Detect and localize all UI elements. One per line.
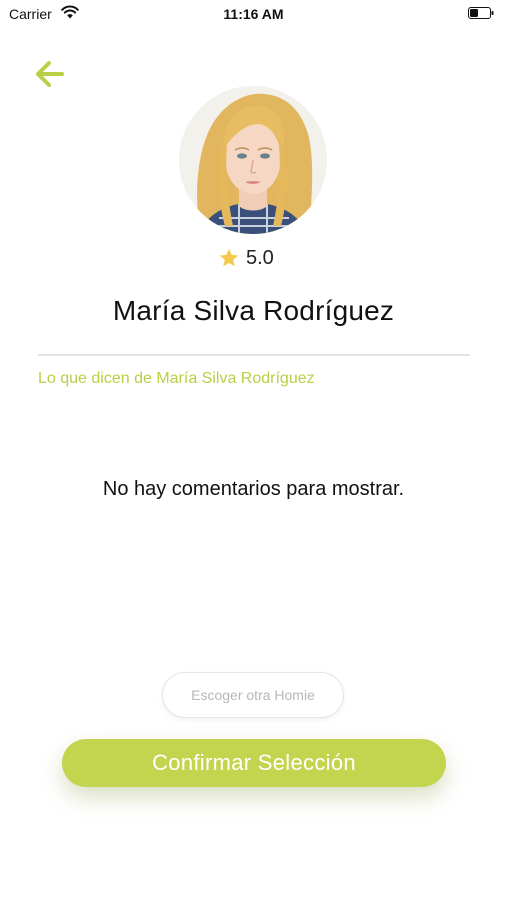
arrow-left-icon[interactable] xyxy=(32,58,68,90)
divider xyxy=(38,354,470,356)
battery-icon xyxy=(468,7,494,19)
reviews-title: Lo que dicen de María Silva Rodríguez xyxy=(38,370,315,387)
star-icon xyxy=(219,248,239,267)
clock: 11:16 AM xyxy=(223,6,284,22)
confirm-selection-button[interactable]: Confirmar Selección xyxy=(62,739,446,787)
status-bar: Carrier 11:16 AM xyxy=(0,0,507,28)
avatar-image xyxy=(179,86,327,234)
empty-reviews-message: No hay comentarios para mostrar. xyxy=(102,478,405,500)
rating-value: 5.0 xyxy=(246,247,274,269)
avatar xyxy=(179,86,327,234)
choose-another-button[interactable]: Escoger otra Homie xyxy=(162,672,344,718)
profile-name: María Silva Rodríguez xyxy=(112,295,395,326)
